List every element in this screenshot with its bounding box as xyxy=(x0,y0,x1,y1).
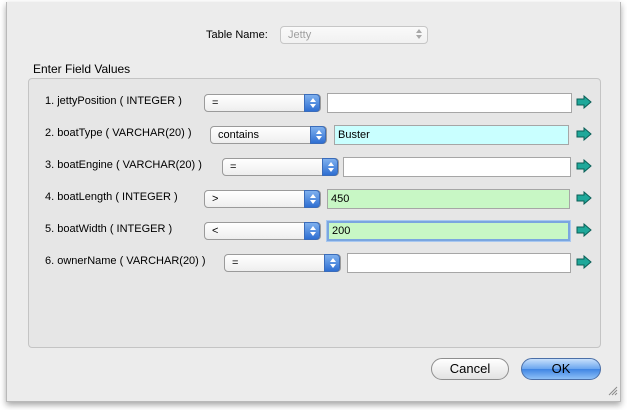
cancel-button[interactable]: Cancel xyxy=(431,358,509,380)
popup-stepper-icon xyxy=(324,254,340,272)
right-arrow-icon[interactable] xyxy=(576,94,592,110)
table-name-label: Table Name: xyxy=(206,29,268,41)
popup-stepper-icon xyxy=(322,158,338,176)
field-row-boattype: 2. boatType ( VARCHAR(20) ) contains xyxy=(29,123,600,145)
right-arrow-icon[interactable] xyxy=(576,190,592,206)
table-name-row: Table Name: Jetty xyxy=(7,26,620,46)
popup-stepper-icon xyxy=(310,126,326,144)
value-input[interactable] xyxy=(327,93,572,113)
operator-popup[interactable]: > xyxy=(204,190,321,208)
field-row-boatwidth: 5. boatWidth ( INTEGER ) < xyxy=(29,219,600,241)
operator-popup[interactable]: = xyxy=(224,254,341,272)
field-row-boatengine: 3. boatEngine ( VARCHAR(20) ) = xyxy=(29,155,600,177)
operator-value: = xyxy=(232,257,239,269)
field-row-boatlength: 4. boatLength ( INTEGER ) > xyxy=(29,187,600,209)
operator-popup[interactable]: contains xyxy=(210,126,327,144)
table-name-value: Jetty xyxy=(288,29,312,41)
operator-value: < xyxy=(212,225,219,237)
value-input[interactable] xyxy=(327,189,570,209)
ok-button[interactable]: OK xyxy=(521,358,601,380)
popup-stepper-icon xyxy=(304,94,320,112)
operator-popup[interactable]: = xyxy=(204,94,321,112)
field-label: 3. boatEngine ( VARCHAR(20) ) xyxy=(45,159,202,171)
right-arrow-icon[interactable] xyxy=(576,254,592,270)
value-input[interactable] xyxy=(327,221,570,241)
operator-popup[interactable]: < xyxy=(204,222,321,240)
resize-grip-icon[interactable] xyxy=(607,385,618,399)
operator-value: = xyxy=(212,97,219,109)
right-arrow-icon[interactable] xyxy=(576,158,592,174)
field-label: 1. jettyPosition ( INTEGER ) xyxy=(45,95,182,107)
operator-value: > xyxy=(212,193,219,205)
value-input[interactable] xyxy=(334,125,569,145)
popup-stepper-icon xyxy=(304,222,320,240)
table-name-popup: Jetty xyxy=(280,26,428,44)
popup-stepper-icon xyxy=(304,190,320,208)
field-row-jettyposition: 1. jettyPosition ( INTEGER ) = xyxy=(29,91,600,113)
operator-value: = xyxy=(230,161,237,173)
right-arrow-icon[interactable] xyxy=(576,126,592,142)
right-arrow-icon[interactable] xyxy=(576,222,592,238)
field-label: 4. boatLength ( INTEGER ) xyxy=(45,191,178,203)
field-row-ownername: 6. ownerName ( VARCHAR(20) ) = xyxy=(29,251,600,273)
field-label: 6. ownerName ( VARCHAR(20) ) xyxy=(45,255,206,267)
value-input[interactable] xyxy=(343,157,571,177)
field-label: 2. boatType ( VARCHAR(20) ) xyxy=(45,127,192,139)
operator-popup[interactable]: = xyxy=(222,158,339,176)
value-input[interactable] xyxy=(347,253,571,273)
section-title: Enter Field Values xyxy=(33,62,131,76)
operator-value: contains xyxy=(218,129,259,141)
field-values-group: 1. jettyPosition ( INTEGER ) = 2. boatTy… xyxy=(28,78,601,348)
field-label: 5. boatWidth ( INTEGER ) xyxy=(45,223,173,235)
query-dialog: Table Name: Jetty Enter Field Values 1. … xyxy=(6,2,621,402)
popup-stepper-icon xyxy=(411,26,427,44)
